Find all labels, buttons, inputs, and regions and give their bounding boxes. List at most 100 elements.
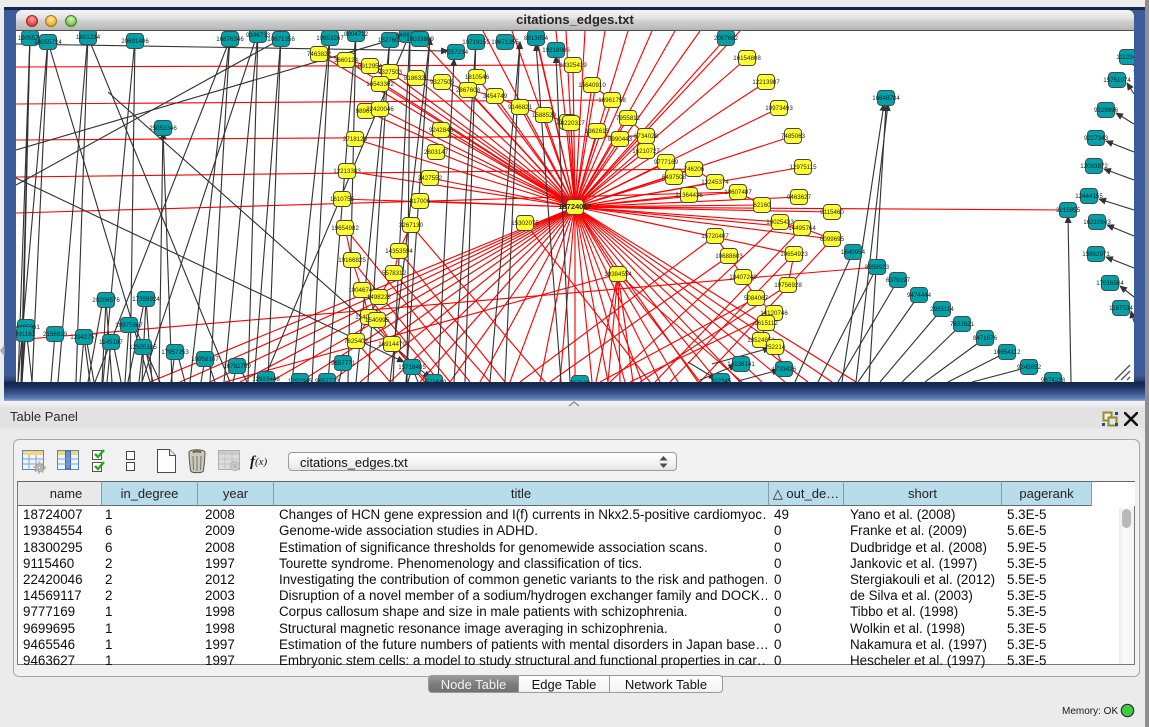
svg-text:8958923: 8958923	[865, 264, 890, 271]
svg-text:1571649: 1571649	[422, 379, 447, 382]
svg-text:15716485: 15716485	[398, 364, 426, 371]
svg-text:19756928: 19756928	[774, 282, 802, 289]
svg-text:2087682: 2087682	[714, 35, 739, 42]
svg-text:9245652: 9245652	[1017, 364, 1042, 371]
svg-text:16210727: 16210727	[632, 148, 660, 155]
svg-text:18407249: 18407249	[729, 274, 757, 281]
svg-text:19975867: 19975867	[115, 322, 143, 329]
svg-text:9227343: 9227343	[1084, 135, 1109, 142]
svg-text:3267130: 3267130	[399, 222, 424, 229]
svg-text:12444155: 12444155	[1075, 193, 1103, 200]
svg-text:62160: 62160	[753, 202, 771, 209]
svg-text:1498222: 1498222	[367, 294, 392, 301]
svg-text:22420046: 22420046	[366, 106, 394, 113]
svg-text:7357234: 7357234	[444, 49, 469, 56]
svg-text:14055724: 14055724	[34, 39, 62, 46]
svg-text:9474444: 9474444	[907, 292, 932, 299]
svg-text:9329996: 9329996	[1094, 107, 1119, 114]
svg-text:16154808: 16154808	[733, 55, 761, 62]
svg-text:1810546: 1810546	[465, 74, 490, 81]
svg-text:252214: 252214	[765, 344, 786, 351]
svg-text:17016504: 17016504	[1096, 280, 1124, 287]
svg-text:14495764: 14495764	[788, 225, 816, 232]
svg-text:9115460: 9115460	[820, 209, 844, 216]
svg-text:7955812: 7955812	[616, 115, 641, 122]
svg-text:13245374: 13245374	[701, 179, 729, 186]
svg-text:10607487: 10607487	[724, 189, 752, 196]
svg-text:16210643: 16210643	[1083, 219, 1111, 226]
svg-text:(x): (x)	[255, 456, 268, 468]
svg-text:1615112: 1615112	[754, 320, 778, 327]
svg-text:14353594: 14353594	[385, 248, 413, 255]
svg-text:20691406: 20691406	[121, 38, 149, 45]
svg-text:1588520: 1588520	[532, 112, 557, 119]
svg-text:18724007: 18724007	[558, 202, 591, 211]
svg-text:9657772: 9657772	[315, 378, 340, 382]
svg-text:10653267: 10653267	[316, 35, 344, 42]
svg-text:17359924: 17359924	[132, 296, 160, 303]
svg-text:1640954: 1640954	[841, 249, 866, 256]
svg-text:19654982: 19654982	[331, 225, 359, 232]
svg-text:7463822: 7463822	[307, 51, 332, 58]
svg-text:9327503: 9327503	[378, 69, 403, 76]
svg-text:2867608: 2867608	[456, 87, 481, 94]
svg-text:7485063: 7485063	[781, 133, 806, 140]
svg-text:1540995: 1540995	[365, 317, 390, 324]
svg-text:746206: 746206	[684, 166, 705, 173]
svg-text:18220317: 18220317	[557, 120, 585, 127]
svg-text:19166825: 19166825	[338, 257, 366, 264]
svg-text:9242845: 9242845	[429, 127, 454, 134]
svg-text:3215955: 3215955	[1056, 207, 1081, 214]
svg-text:12213987: 12213987	[752, 79, 780, 86]
svg-text:7625402: 7625402	[344, 338, 369, 345]
svg-text:12923448: 12923448	[252, 376, 280, 382]
svg-text:10671355: 10671355	[491, 39, 519, 46]
svg-text:12213383: 12213383	[333, 168, 361, 175]
svg-text:6734028: 6734028	[634, 133, 659, 140]
svg-text:817006: 817006	[410, 198, 431, 205]
svg-text:8186328: 8186328	[404, 75, 429, 82]
svg-text:5578312: 5578312	[382, 270, 407, 277]
svg-text:9463627: 9463627	[787, 194, 812, 201]
svg-text:16033809: 16033809	[406, 36, 434, 43]
svg-text:8813054: 8813054	[524, 35, 549, 42]
svg-text:9327505: 9327505	[430, 79, 455, 86]
svg-text:2803147: 2803147	[424, 149, 449, 156]
svg-text:9146821: 9146821	[508, 104, 533, 111]
svg-text:15720407: 15720407	[701, 233, 729, 240]
svg-text:15640910: 15640910	[578, 82, 606, 89]
svg-text:14136141: 14136141	[727, 361, 755, 368]
svg-text:10654112: 10654112	[993, 349, 1021, 356]
svg-text:9777169: 9777169	[654, 159, 679, 166]
svg-text:15751074: 15751074	[1103, 77, 1131, 84]
svg-text:1891234: 1891234	[76, 34, 101, 41]
svg-text:1112345: 1112345	[1116, 54, 1134, 61]
svg-text:10654923: 10654923	[780, 251, 808, 258]
svg-text:19218906: 19218906	[542, 47, 570, 54]
svg-text:12942757: 12942757	[70, 334, 98, 341]
svg-text:9657771: 9657771	[331, 360, 356, 367]
svg-text:10671356: 10671356	[267, 36, 295, 43]
svg-text:2156819: 2156819	[43, 331, 68, 338]
svg-text:12505185: 12505185	[129, 344, 157, 351]
svg-text:15692971: 15692971	[1082, 251, 1110, 258]
svg-text:16876346: 16876346	[216, 36, 244, 43]
svg-text:2935114: 2935114	[930, 306, 954, 313]
svg-text:6099695: 6099695	[820, 236, 845, 243]
svg-text:7632621: 7632621	[950, 321, 975, 328]
svg-text:5084067: 5084067	[744, 295, 769, 302]
svg-text:10958107: 10958107	[191, 356, 219, 363]
svg-text:12093872: 12093872	[1080, 163, 1108, 170]
svg-text:19384554: 19384554	[604, 271, 632, 278]
svg-text:16961758: 16961758	[598, 97, 626, 104]
svg-text:8990443: 8990443	[608, 136, 633, 143]
svg-text:1610755: 1610755	[330, 196, 355, 203]
svg-text:16782759: 16782759	[223, 363, 251, 370]
svg-text:15302075: 15302075	[511, 220, 539, 227]
svg-text:20206576: 20206576	[92, 297, 120, 304]
svg-text:12975115: 12975115	[789, 164, 817, 171]
svg-text:391161: 391161	[16, 331, 36, 338]
svg-text:16543362: 16543362	[366, 81, 394, 88]
svg-text:3454749: 3454749	[483, 93, 508, 100]
svg-text:17957253: 17957253	[161, 349, 189, 356]
